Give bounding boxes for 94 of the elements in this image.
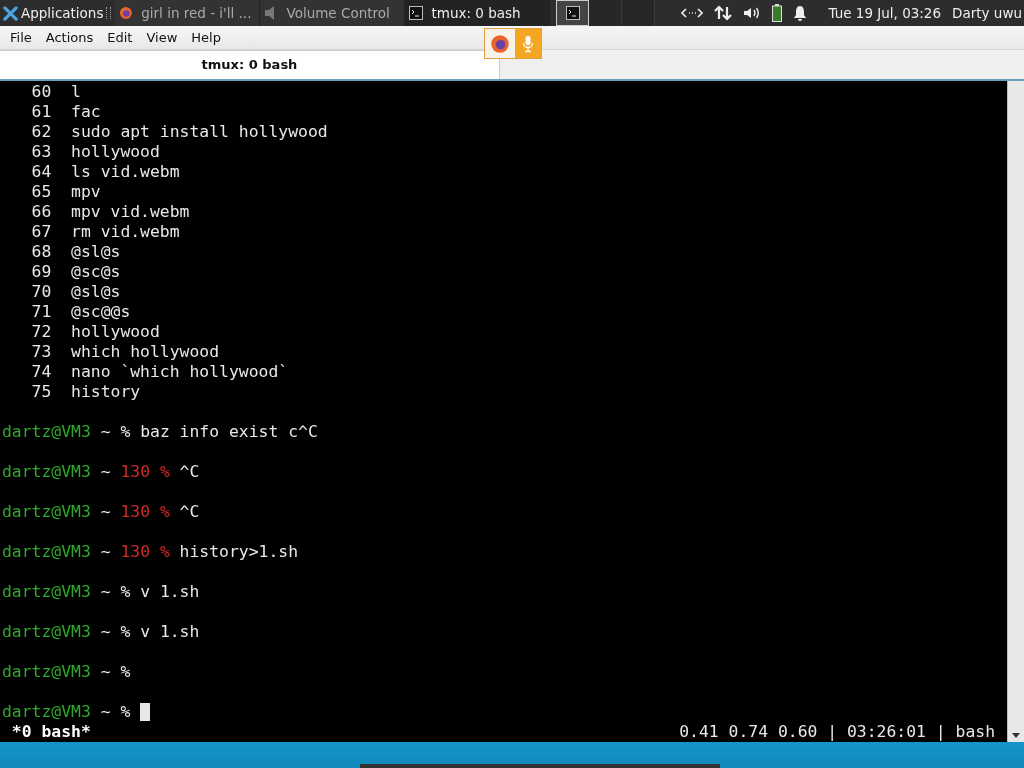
history-command: rm vid.webm	[71, 222, 180, 242]
volume-icon	[743, 5, 762, 21]
history-command: hollywood	[71, 322, 160, 342]
taskbar-button[interactable]: tmux: 0 bash	[405, 0, 551, 26]
prompt-user: dartz@VM3	[2, 462, 91, 482]
command-text: v 1.sh	[140, 582, 200, 602]
prompt-path: ~	[100, 422, 111, 442]
history-command: nano `which hollywood`	[71, 362, 289, 382]
line-number: 72	[30, 322, 52, 342]
prompt-user: dartz@VM3	[2, 702, 91, 722]
line-number: 67	[30, 222, 52, 242]
history-command: history	[71, 382, 141, 402]
history-command: @sl@s	[71, 282, 121, 302]
line-number: 69	[30, 262, 52, 282]
text-cursor	[140, 703, 151, 721]
command-text: ^C	[179, 502, 200, 522]
history-command: @sl@s	[71, 242, 121, 262]
history-command: @sc@@s	[71, 302, 131, 322]
clock[interactable]: Tue 19 Jul, 03:26	[828, 5, 942, 21]
applications-menu[interactable]: Applications	[0, 0, 106, 26]
menu-item[interactable]: File	[3, 29, 39, 45]
prompt-path: ~	[100, 582, 111, 602]
taskbar-button[interactable]: Volume Control	[260, 0, 406, 26]
taskbar-button[interactable]: girl in red - i'll ...	[115, 0, 261, 26]
prompt-symbol: %	[159, 502, 170, 522]
history-command: mpv vid.webm	[71, 202, 190, 222]
history-command: l	[71, 82, 81, 102]
exit-status: 130	[120, 462, 150, 482]
notification-bell-icon	[793, 5, 808, 21]
line-number: 60	[30, 82, 52, 102]
prompt-user: dartz@VM3	[2, 662, 91, 682]
prompt-user: dartz@VM3	[2, 502, 91, 522]
line-number: 71	[30, 302, 52, 322]
prompt-symbol: %	[120, 702, 131, 722]
exit-status: 130	[120, 542, 150, 562]
prompt-symbol: %	[159, 462, 170, 482]
prompt-symbol: %	[120, 582, 131, 602]
line-number: 66	[30, 202, 52, 222]
tmux-status-info: 0.41 0.74 0.60 | 03:26:01 | bash	[679, 722, 995, 742]
line-number: 64	[30, 162, 52, 182]
history-command: ls vid.webm	[71, 162, 180, 182]
browser-icon	[119, 5, 134, 21]
history-command: hollywood	[71, 142, 160, 162]
prompt-user: dartz@VM3	[2, 582, 91, 602]
line-number: 73	[30, 342, 52, 362]
prompt-symbol: %	[120, 622, 131, 642]
menu-item[interactable]: Edit	[100, 29, 140, 45]
history-command: mpv	[71, 182, 101, 202]
prompt-symbol: %	[159, 542, 170, 562]
network-icon	[681, 7, 704, 19]
prompt-symbol: %	[120, 422, 131, 442]
prompt-path: ~	[100, 702, 111, 722]
tmux-window-label: *0 bash*	[10, 722, 91, 742]
history-command: sudo apt install hollywood	[71, 122, 328, 142]
prompt-user: dartz@VM3	[2, 542, 91, 562]
history-command: which hollywood	[71, 342, 220, 362]
tab[interactable]: tmux: 0 bash	[0, 49, 500, 79]
line-number: 75	[30, 382, 52, 402]
exit-status: 130	[120, 502, 150, 522]
line-number: 70	[30, 282, 52, 302]
command-text: baz info exist c^C	[140, 422, 318, 442]
prompt-user: dartz@VM3	[2, 422, 91, 442]
command-text: v 1.sh	[140, 622, 200, 642]
prompt-path: ~	[100, 542, 111, 562]
prompt-user: dartz@VM3	[2, 622, 91, 642]
terminal-icon	[565, 6, 580, 20]
terminal-icon	[409, 6, 424, 20]
prompt-symbol: %	[120, 662, 131, 682]
battery-icon	[772, 4, 783, 22]
scroll-down-arrow-icon	[1010, 731, 1022, 739]
user-menu[interactable]: Darty uwu	[952, 5, 1022, 21]
panel-separator-icon	[106, 7, 112, 19]
line-number: 68	[30, 242, 52, 262]
command-text: ^C	[179, 462, 200, 482]
line-number: 62	[30, 122, 52, 142]
menu-item[interactable]: Help	[184, 29, 228, 45]
x-logo-icon	[3, 5, 18, 21]
menu-item[interactable]: Actions	[38, 29, 101, 45]
history-command: @sc@s	[71, 262, 121, 282]
workspace-switcher[interactable]	[556, 0, 656, 26]
line-number: 65	[30, 182, 52, 202]
prompt-path: ~	[100, 462, 111, 482]
scrollbar[interactable]	[1007, 81, 1024, 742]
transfer-arrows-icon	[714, 4, 733, 22]
browser-icon[interactable]	[490, 33, 510, 54]
prompt-path: ~	[100, 502, 111, 522]
command-text: history>1.sh	[179, 542, 299, 562]
line-number: 61	[30, 102, 52, 122]
prompt-path: ~	[100, 662, 111, 682]
prompt-path: ~	[100, 622, 111, 642]
history-command: fac	[71, 102, 101, 122]
line-number: 63	[30, 142, 52, 162]
line-number: 74	[30, 362, 52, 382]
menu-item[interactable]: View	[139, 29, 185, 45]
